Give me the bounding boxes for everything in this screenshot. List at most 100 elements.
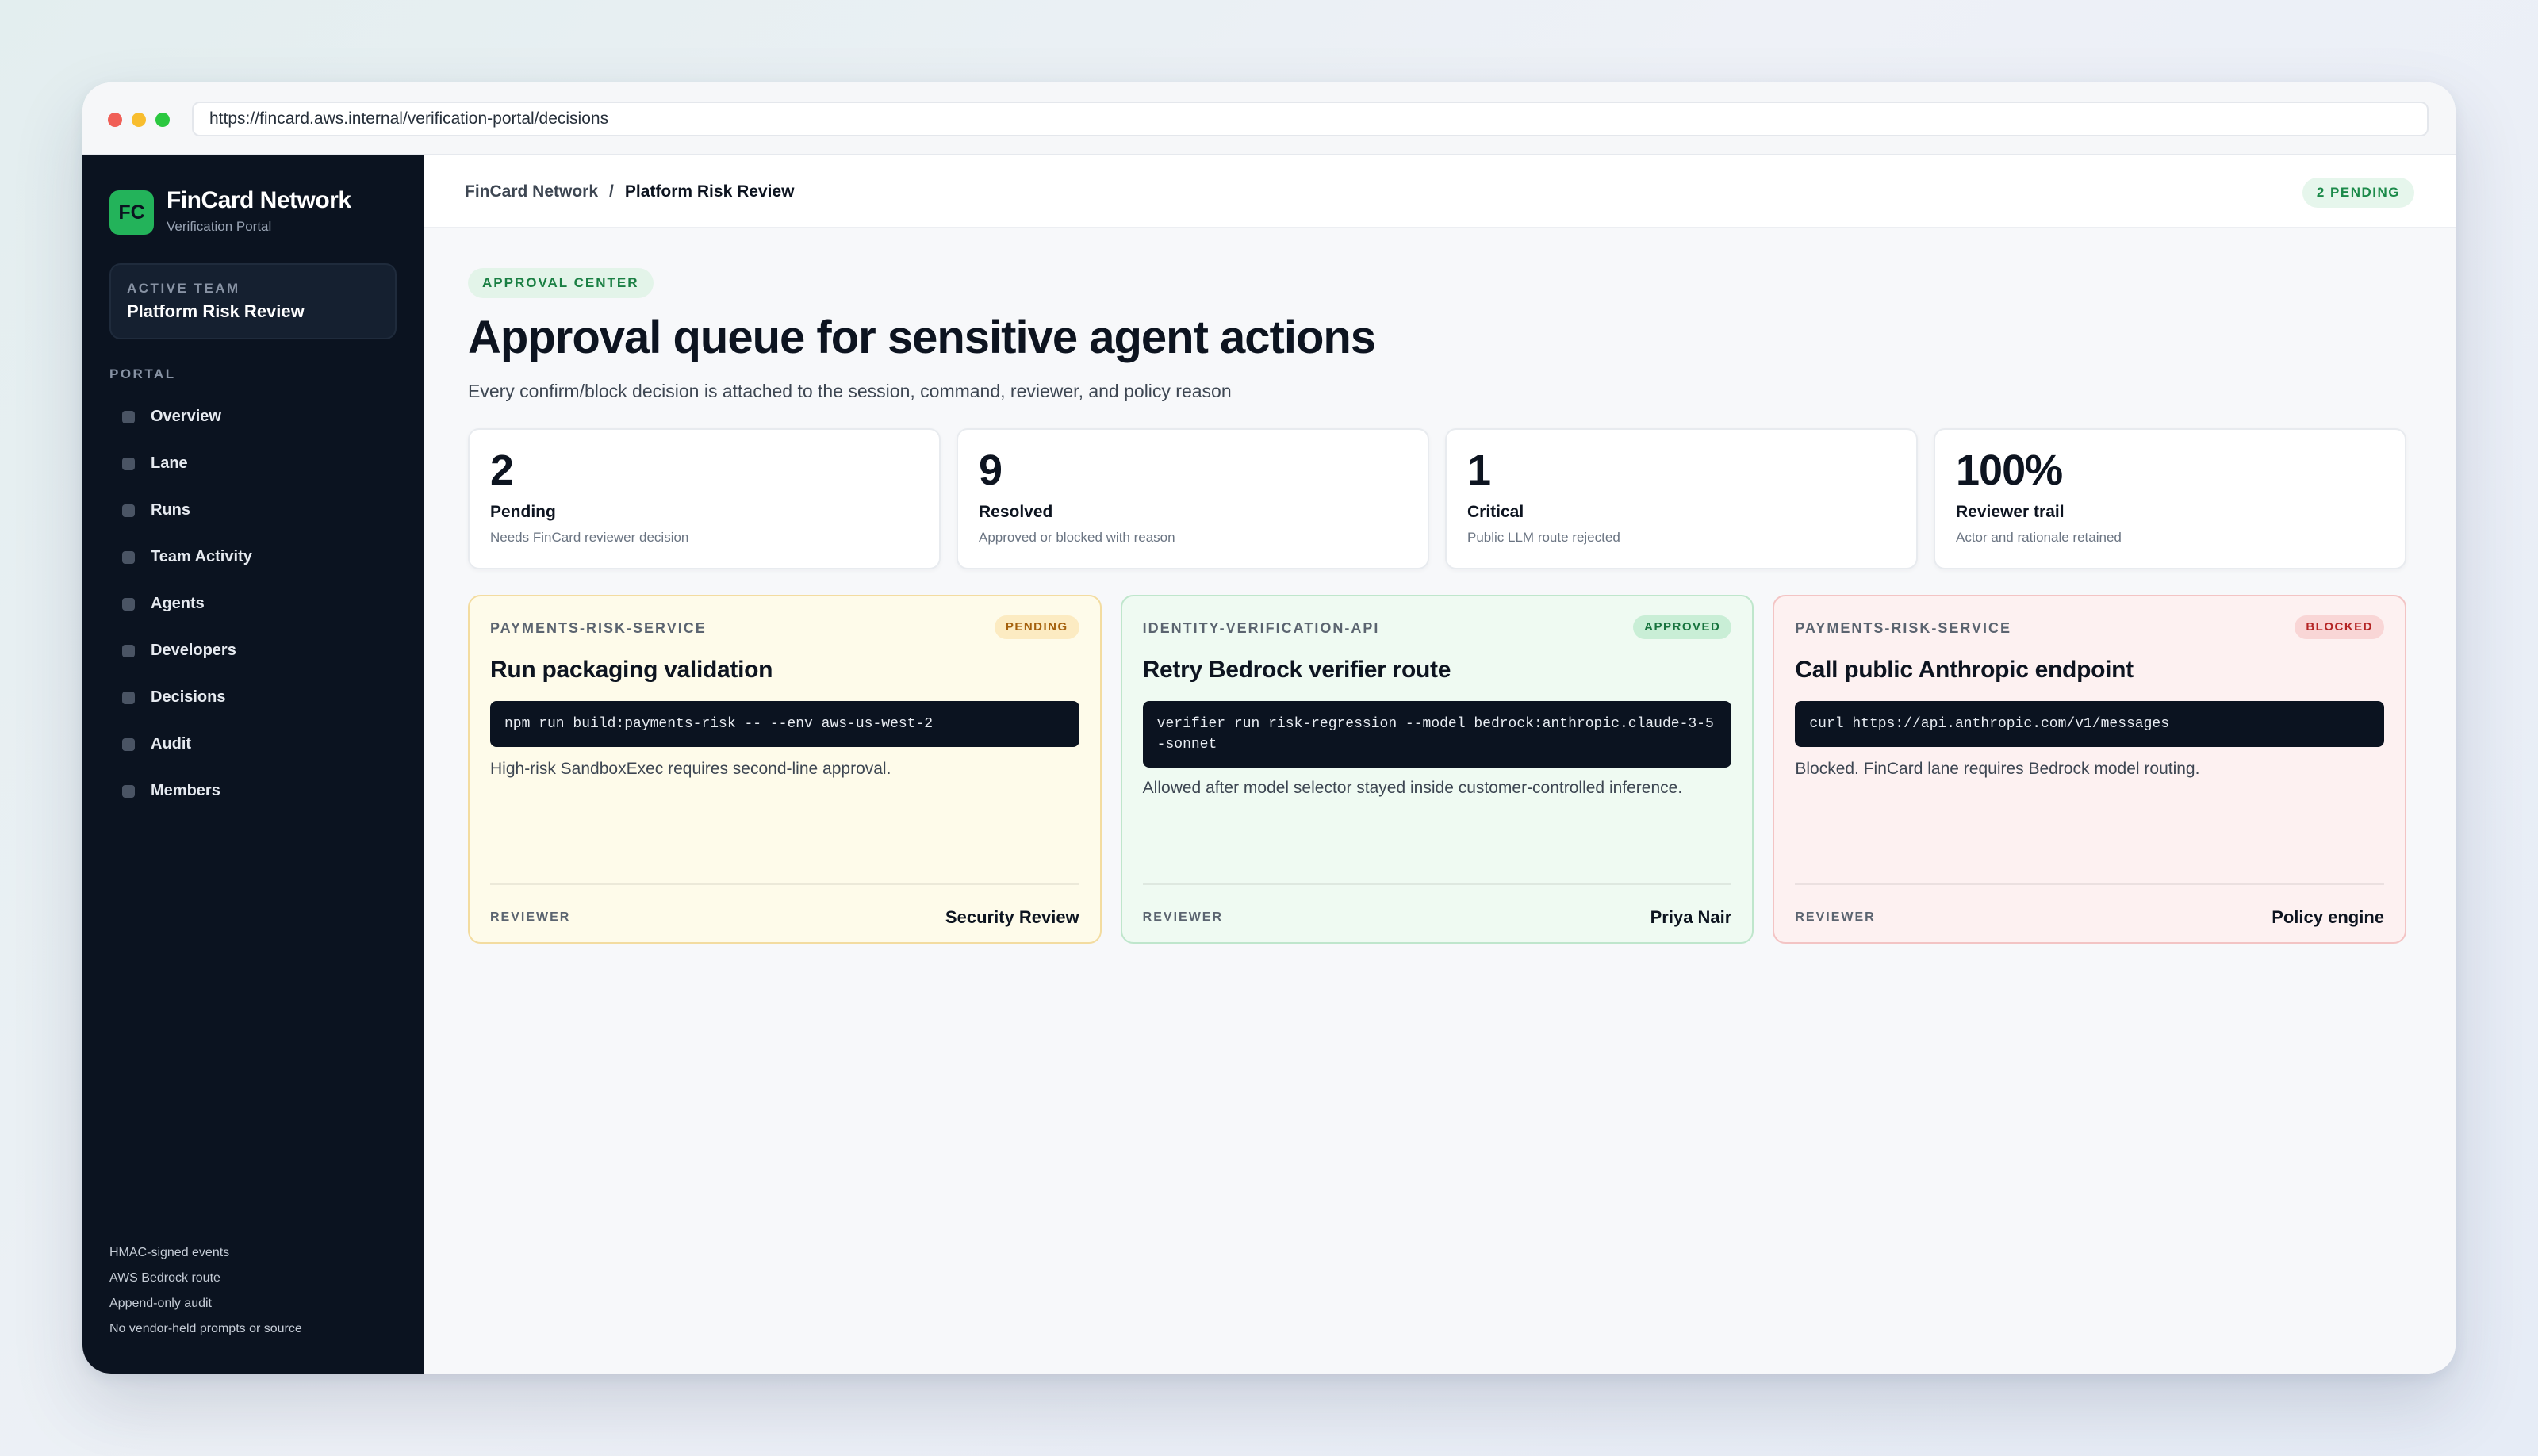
sidebar-item-audit[interactable]: Audit — [122, 721, 408, 768]
reviewer-label: REVIEWER — [490, 910, 571, 924]
nav-square-icon — [122, 550, 135, 564]
address-bar[interactable]: https://fincard.aws.internal/verificatio… — [192, 102, 2429, 136]
decision-title: Call public Anthropic endpoint — [1795, 657, 2134, 683]
stat-card-pending: 2 Pending Needs FinCard reviewer decisio… — [468, 428, 941, 569]
stat-description: Actor and rationale retained — [1956, 530, 2122, 545]
service-name: PAYMENTS-RISK-SERVICE — [1795, 620, 2012, 636]
sidebar-item-label: Lane — [151, 454, 188, 472]
active-team-selector[interactable]: ACTIVE TEAM Platform Risk Review — [109, 263, 397, 339]
reviewer-name: Security Review — [945, 907, 1079, 927]
command-block: npm run build:payments-risk -- --env aws… — [490, 701, 1079, 747]
browser-titlebar: https://fincard.aws.internal/verificatio… — [82, 82, 2456, 155]
reviewer-row: REVIEWER Priya Nair — [1142, 883, 1732, 942]
stat-value: 1 — [1467, 446, 1491, 494]
decision-title: Retry Bedrock verifier route — [1142, 657, 1451, 683]
brand-name: FinCard Network — [167, 187, 351, 213]
nav-square-icon — [122, 644, 135, 657]
command-block: verifier run risk-regression --model bed… — [1142, 701, 1732, 768]
sidebar-item-label: Overview — [151, 408, 221, 425]
decision-note: Allowed after model selector stayed insi… — [1142, 779, 1683, 797]
decision-title: Run packaging validation — [490, 657, 773, 683]
stat-value: 9 — [979, 446, 1003, 494]
reviewer-name: Policy engine — [2272, 907, 2385, 927]
stat-label: Critical — [1467, 503, 1524, 521]
status-badge: BLOCKED — [2295, 615, 2385, 639]
nav-square-icon — [122, 784, 135, 798]
sidebar-item-label: Developers — [151, 642, 236, 659]
nav-heading: PORTAL — [109, 366, 176, 381]
reviewer-label: REVIEWER — [1142, 910, 1224, 924]
command-block: curl https://api.anthropic.com/v1/messag… — [1795, 701, 2385, 747]
sidebar-item-agents[interactable]: Agents — [122, 580, 408, 627]
nav-square-icon — [122, 457, 135, 470]
footer-note: No vendor-held prompts or source — [109, 1322, 302, 1335]
active-team-name: Platform Risk Review — [127, 301, 305, 321]
sidebar-nav: Overview Lane Runs Team Activity Agents … — [122, 393, 408, 814]
maximize-window-button[interactable] — [155, 113, 170, 127]
decision-card[interactable]: PAYMENTS-RISK-SERVICE BLOCKED Call publi… — [1773, 595, 2407, 944]
reviewer-row: REVIEWER Policy engine — [1795, 883, 2385, 942]
sidebar-footer: HMAC-signed events AWS Bedrock route App… — [109, 1240, 302, 1342]
sidebar-item-label: Decisions — [151, 688, 226, 706]
stat-label: Pending — [490, 503, 556, 521]
sidebar-item-team-activity[interactable]: Team Activity — [122, 534, 408, 580]
sidebar-item-developers[interactable]: Developers — [122, 627, 408, 674]
browser-window: https://fincard.aws.internal/verificatio… — [82, 82, 2456, 1374]
nav-square-icon — [122, 597, 135, 611]
breadcrumb-current: Platform Risk Review — [624, 182, 795, 201]
stat-description: Public LLM route rejected — [1467, 530, 1620, 545]
brand-subtitle: Verification Portal — [167, 219, 272, 234]
nav-square-icon — [122, 738, 135, 751]
stat-label: Reviewer trail — [1956, 503, 2065, 521]
sidebar-item-lane[interactable]: Lane — [122, 440, 408, 487]
top-bar: FinCard Network / Platform Risk Review 2 P… — [424, 155, 2456, 228]
stat-card-resolved: 9 Resolved Approved or blocked with reas… — [957, 428, 1429, 569]
close-window-button[interactable] — [108, 113, 122, 127]
brand-logo[interactable]: FC — [109, 190, 154, 235]
footer-note: Append-only audit — [109, 1297, 212, 1310]
main-content: APPROVAL CENTER Approval queue for sensi… — [424, 228, 2456, 1374]
decision-card[interactable]: IDENTITY-VERIFICATION-API APPROVED Retry… — [1120, 595, 1754, 944]
stat-card-reviewer-trail: 100% Reviewer trail Actor and rationale … — [1934, 428, 2406, 569]
reviewer-label: REVIEWER — [1795, 910, 1876, 924]
page-title: Approval queue for sensitive agent actio… — [468, 312, 1376, 363]
reviewer-name: Priya Nair — [1650, 907, 1732, 927]
decision-note: Blocked. FinCard lane requires Bedrock m… — [1795, 760, 2200, 778]
sidebar-item-overview[interactable]: Overview — [122, 393, 408, 440]
sidebar: FC FinCard Network Verification Portal A… — [82, 155, 424, 1374]
page-subtitle: Every confirm/block decision is attached… — [468, 381, 1232, 401]
service-name: PAYMENTS-RISK-SERVICE — [490, 620, 707, 636]
footer-note: HMAC-signed events — [109, 1246, 230, 1259]
stat-description: Needs FinCard reviewer decision — [490, 530, 689, 545]
sidebar-item-members[interactable]: Members — [122, 768, 408, 814]
stat-card-critical: 1 Critical Public LLM route rejected — [1445, 428, 1918, 569]
service-name: IDENTITY-VERIFICATION-API — [1142, 620, 1380, 636]
sidebar-item-label: Audit — [151, 735, 192, 753]
sidebar-item-label: Runs — [151, 501, 190, 519]
sidebar-item-label: Agents — [151, 595, 205, 612]
sidebar-item-runs[interactable]: Runs — [122, 487, 408, 534]
status-badge: APPROVED — [1633, 615, 1732, 639]
footer-note: AWS Bedrock route — [109, 1271, 220, 1285]
breadcrumb-root[interactable]: FinCard Network — [465, 182, 598, 201]
section-eyebrow: APPROVAL CENTER — [468, 268, 654, 298]
pending-count-badge: 2 PENDING — [2302, 178, 2414, 208]
sidebar-item-label: Team Activity — [151, 548, 252, 565]
active-team-label: ACTIVE TEAM — [127, 281, 240, 296]
decision-card[interactable]: PAYMENTS-RISK-SERVICE PENDING Run packag… — [468, 595, 1102, 944]
nav-square-icon — [122, 504, 135, 517]
minimize-window-button[interactable] — [132, 113, 146, 127]
reviewer-row: REVIEWER Security Review — [490, 883, 1079, 942]
stat-description: Approved or blocked with reason — [979, 530, 1175, 545]
status-badge: PENDING — [994, 615, 1079, 639]
stat-value: 2 — [490, 446, 514, 494]
nav-square-icon — [122, 410, 135, 423]
sidebar-item-decisions[interactable]: Decisions — [122, 674, 408, 721]
stat-value: 100% — [1956, 446, 2063, 494]
nav-square-icon — [122, 691, 135, 704]
decision-cards: PAYMENTS-RISK-SERVICE PENDING Run packag… — [468, 595, 2407, 944]
sidebar-item-label: Members — [151, 782, 220, 799]
stats-row: 2 Pending Needs FinCard reviewer decisio… — [468, 428, 2406, 569]
stat-label: Resolved — [979, 503, 1053, 521]
breadcrumb: FinCard Network / Platform Risk Review — [465, 182, 794, 201]
